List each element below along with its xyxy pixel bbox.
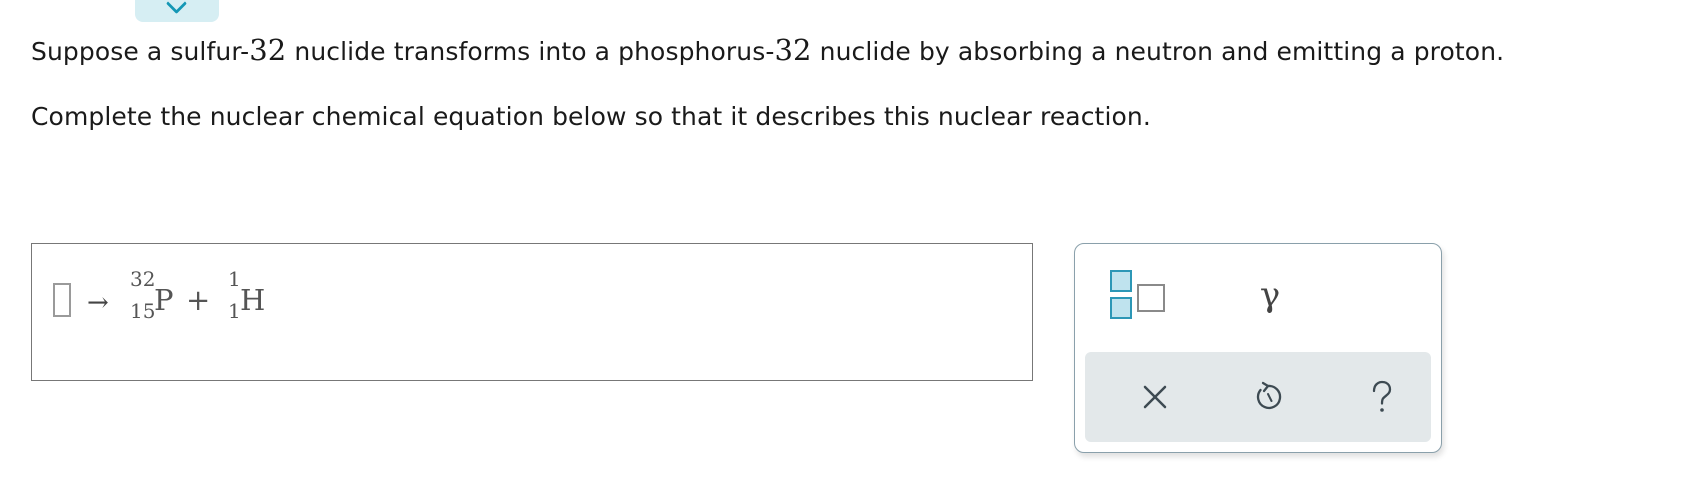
nuclide-template-icon[interactable] [1110,270,1174,326]
answer-input-box[interactable]: → 32 15 P + 1 1 H [31,243,1033,381]
instruction-text: Complete the nuclear chemical equation b… [31,102,1151,131]
action-bar [1085,352,1431,442]
atomic-number: 1 [228,299,241,323]
question-text-part: nuclide transforms into a phosphorus- [286,37,775,66]
close-icon [1143,385,1167,409]
undo-icon [1256,381,1282,410]
question-text-part: nuclide by absorbing a neutron and emitt… [811,37,1505,66]
reactant-input-slot[interactable] [53,283,71,317]
help-button[interactable] [1357,372,1407,422]
mass-number: 32 [130,267,156,291]
template-box-mass [1110,270,1132,292]
mass-number: 1 [228,267,241,291]
question-text: Suppose a sulfur-32 nuclide transforms i… [31,33,1504,67]
clear-button[interactable] [1130,372,1180,422]
input-palette: γ [1074,243,1442,453]
element-symbol: H [240,283,266,317]
collapse-tab[interactable] [135,0,219,22]
mass-number-sulfur: 32 [249,33,287,67]
element-symbol: P [154,283,174,317]
undo-button[interactable] [1243,372,1293,422]
template-box-atomic [1110,297,1132,319]
reaction-arrow: → [87,288,109,318]
atomic-number: 15 [130,299,156,323]
plus-sign: + [186,283,211,317]
gamma-button[interactable]: γ [1245,270,1295,320]
template-box-symbol [1137,284,1165,312]
mass-number-phosphorus: 32 [774,33,812,67]
question-text-part: Suppose a sulfur- [31,37,250,66]
help-icon [1372,380,1392,412]
chevron-down-icon [165,0,188,15]
